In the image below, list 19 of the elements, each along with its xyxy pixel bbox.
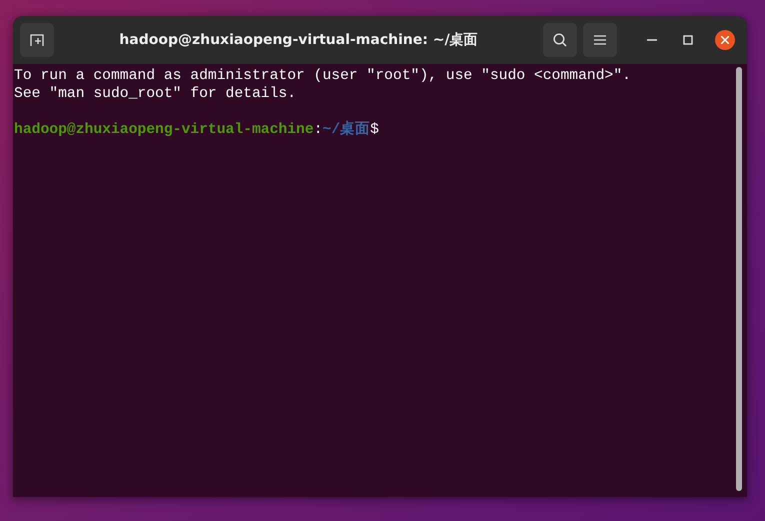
prompt-path: ~/桌面 (322, 122, 370, 138)
close-button[interactable] (715, 30, 735, 50)
prompt-user-host: hadoop@zhuxiaopeng-virtual-machine (14, 122, 314, 138)
search-button[interactable] (543, 23, 577, 57)
window-title: hadoop@zhuxiaopeng-virtual-machine: ~/桌面 (118, 31, 479, 49)
terminal-text: : (314, 122, 323, 138)
terminal-text: $ (370, 122, 379, 138)
search-icon (552, 32, 568, 48)
menu-icon (594, 35, 606, 45)
terminal-text: See "man sudo_root" for details. (14, 86, 296, 102)
scrollbar-thumb[interactable] (736, 67, 742, 491)
terminal-text: To run a command as administrator (user "root"), use "sudo <command>". (14, 68, 631, 84)
terminal-area[interactable]: To run a command as administrator (user "root"), use "sudo <command>". See "man sudo_root" for details. hadoop@zhuxiaopeng-virtual-machine:~/桌面$ (13, 64, 747, 497)
menu-button[interactable] (583, 23, 617, 57)
new-tab-icon (29, 32, 45, 48)
new-tab-button[interactable] (20, 23, 54, 57)
close-icon (721, 36, 729, 44)
minimize-icon (647, 38, 657, 42)
maximize-icon (683, 35, 693, 45)
